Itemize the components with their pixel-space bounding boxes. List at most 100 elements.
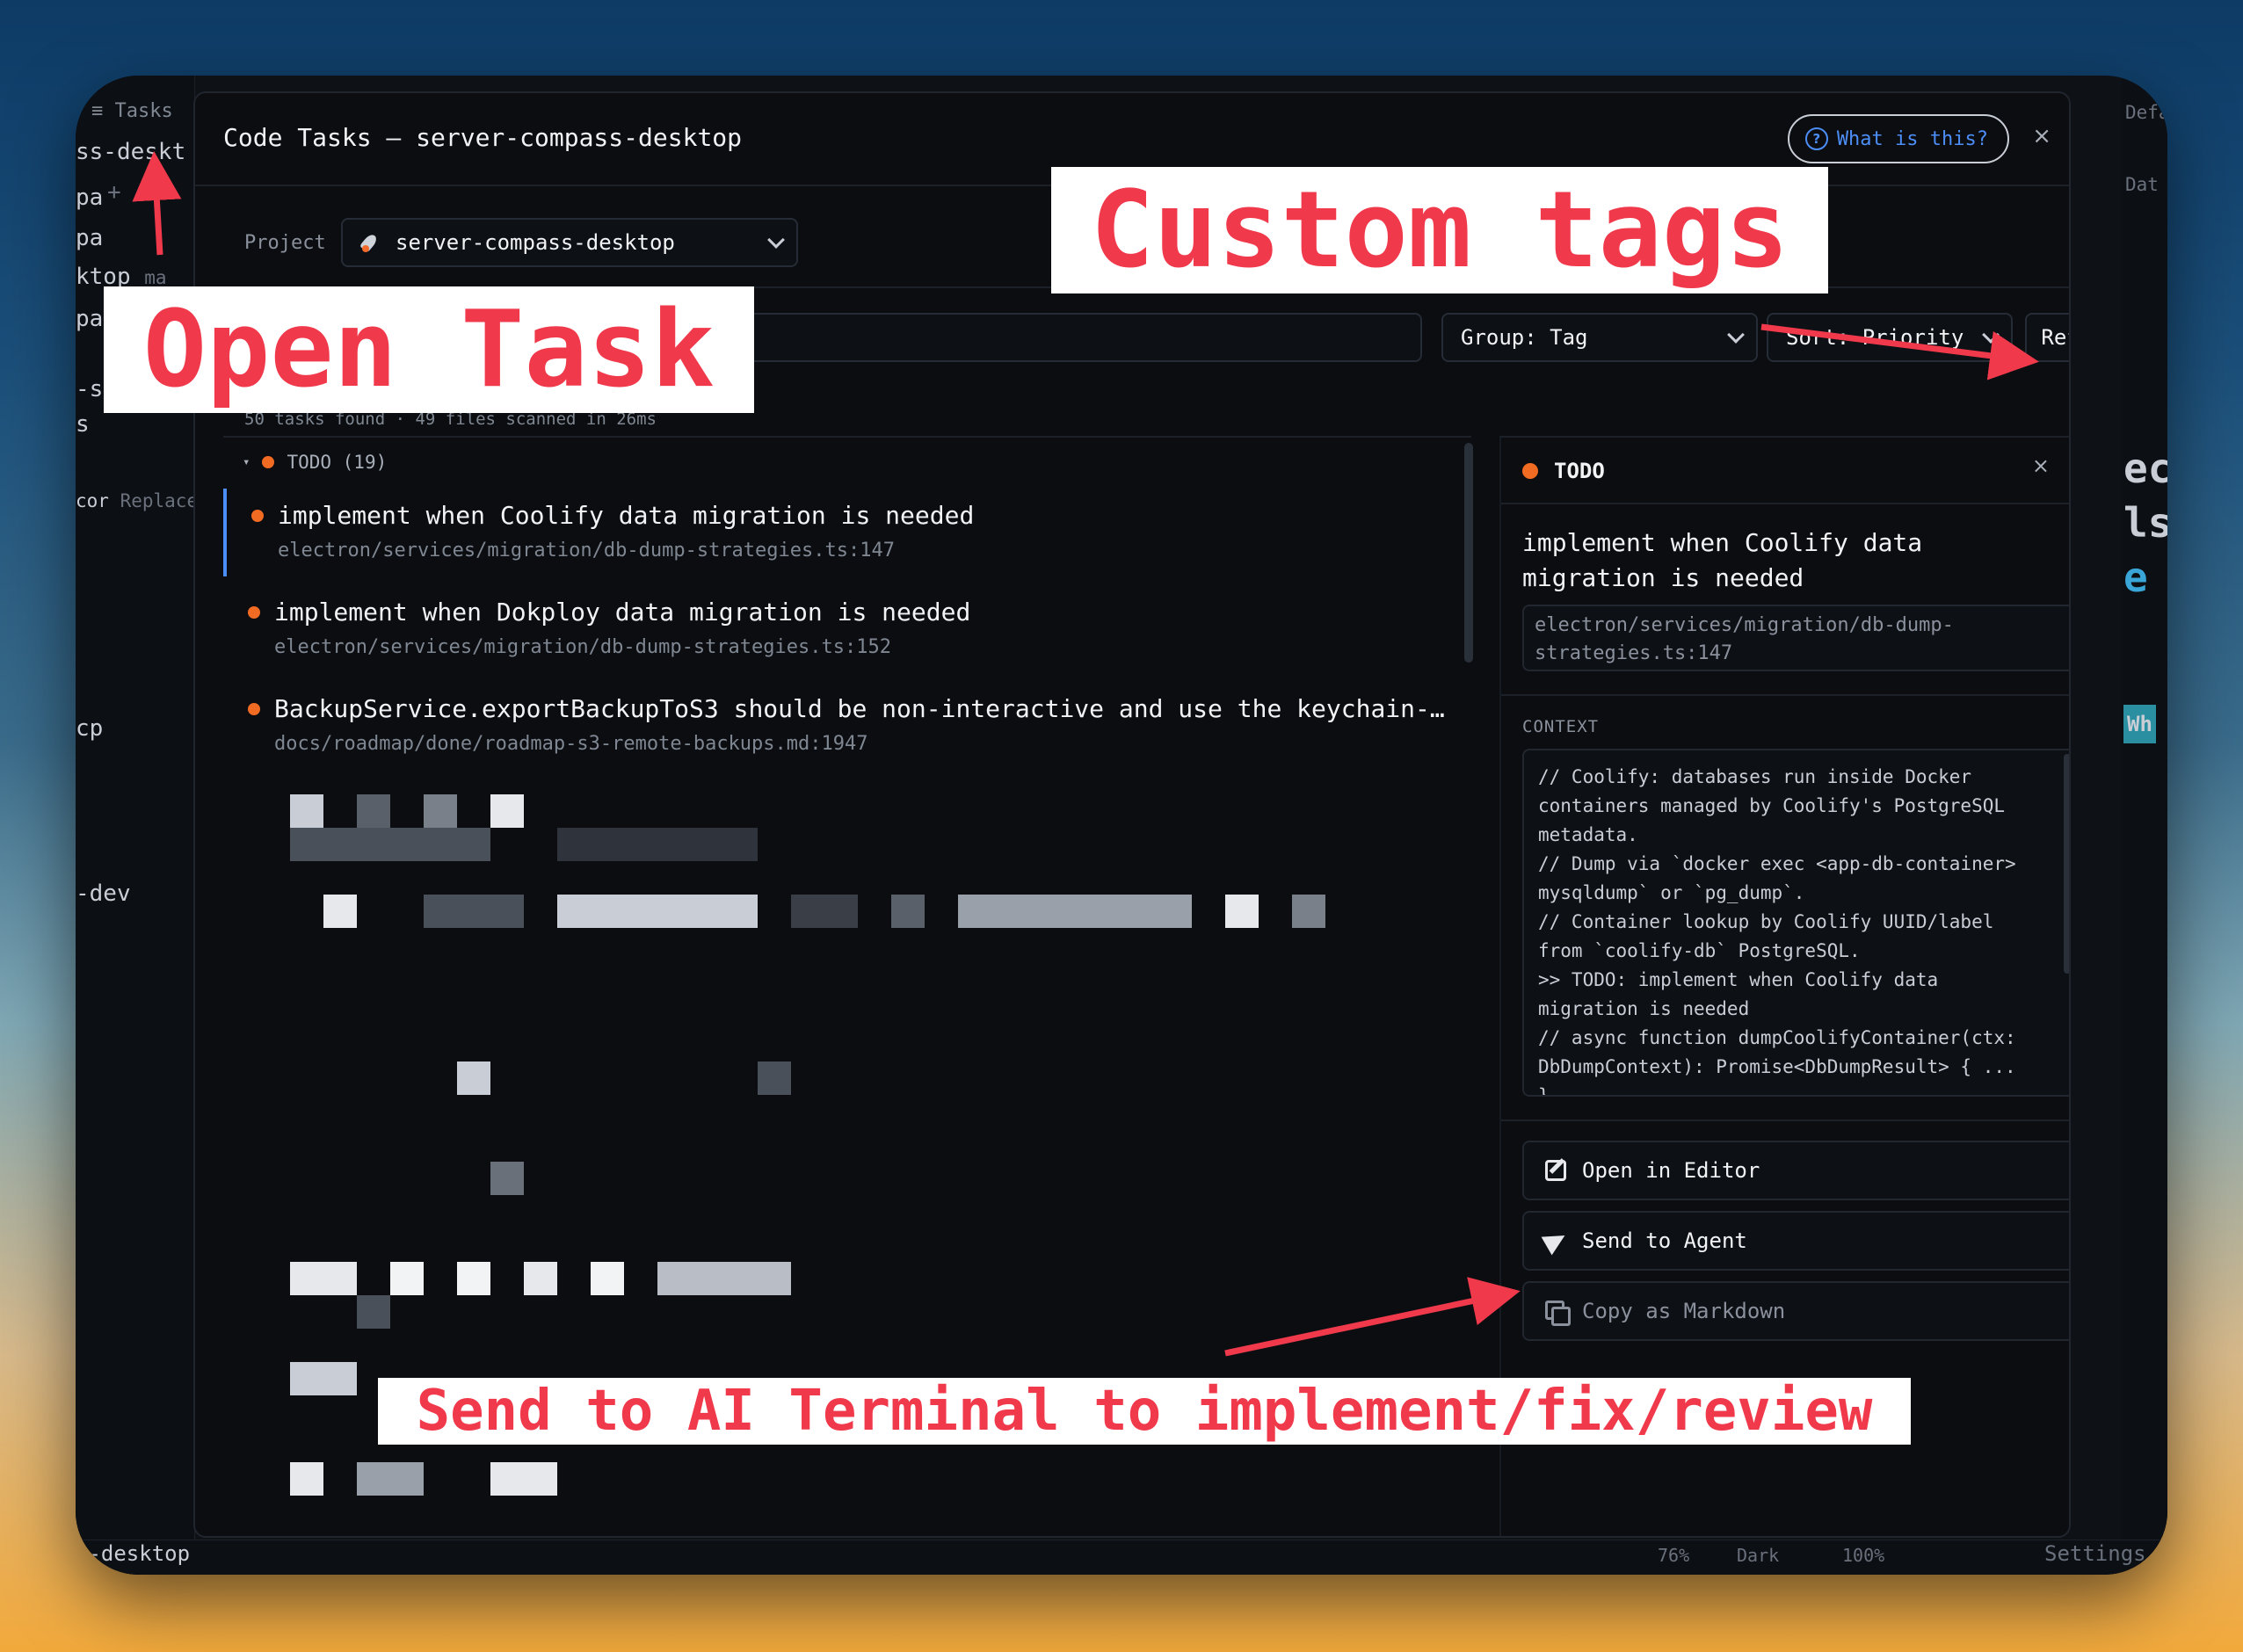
pixel-block (357, 794, 390, 828)
code-line: containers managed by Coolify's PostgreS… (1538, 795, 2006, 816)
caret-down-icon: ▾ (243, 455, 250, 469)
background-right-panel: Defa Dat ec ls e ( Wh (2122, 76, 2167, 1575)
pixel-block (490, 1462, 557, 1496)
task-item[interactable]: BackupService.exportBackupToS3 should be… (223, 682, 1454, 770)
todo-dot-icon (251, 510, 264, 522)
code-line: // Dump via `docker exec <app-db-contain… (1538, 853, 2016, 874)
bg-right-text: ls (2123, 499, 2167, 547)
list-scrollbar[interactable] (1464, 443, 1473, 663)
pixel-block (357, 1295, 390, 1329)
pixel-block (1292, 895, 1325, 928)
bg-status-settings[interactable]: Settings (2044, 1541, 2146, 1566)
detail-title: implement when Coolify data migration is… (1522, 528, 1923, 592)
bg-sidebar-item[interactable]: s (76, 411, 90, 438)
divider (1501, 1119, 2069, 1121)
pixel-block (524, 1262, 557, 1295)
rocket-icon (360, 232, 381, 253)
pixel-block (424, 895, 524, 928)
group-header-todo[interactable]: ▾ TODO (19) (243, 452, 387, 473)
task-path: electron/services/migration/db-dump-stra… (274, 636, 891, 658)
modal-close-button[interactable]: × (2032, 123, 2051, 149)
pixel-block (323, 895, 357, 928)
pixel-block (557, 828, 758, 861)
group-select-value: Group: Tag (1461, 325, 1588, 350)
project-select[interactable]: server-compass-desktop (341, 218, 798, 267)
code-line: mysqldump` or `pg_dump`. (1538, 882, 1805, 903)
send-to-agent-button[interactable]: Send to Agent (1522, 1211, 2069, 1271)
pixel-block (424, 794, 457, 828)
code-line: // Coolify: databases run inside Docker (1538, 766, 1972, 787)
sort-select-value: Sort: Priority (1786, 325, 1964, 350)
bg-status-theme: Dark (1737, 1545, 1780, 1566)
project-label: Project (244, 232, 326, 254)
callout-send-ai: Send to AI Terminal to implement/fix/rev… (378, 1378, 1911, 1445)
copy-as-markdown-button[interactable]: Copy as Markdown (1522, 1281, 2069, 1341)
pixel-block (657, 1262, 791, 1295)
detail-file-path[interactable]: electron/services/migration/db-dump-stra… (1522, 605, 2069, 671)
bg-right-text: Dat (2125, 174, 2159, 195)
bg-status-zoom: 76% (1658, 1545, 1690, 1566)
pixel-block (390, 1262, 424, 1295)
task-title: implement when Dokploy data migration is… (274, 598, 971, 627)
what-is-this-label: What is this? (1836, 127, 1988, 150)
task-list: ▾ TODO (19) implement when Coolify data … (223, 436, 1473, 1536)
task-title: implement when Coolify data migration is… (278, 501, 975, 530)
pixel-block (557, 895, 758, 928)
edit-icon (1545, 1160, 1566, 1181)
modal-title: Code Tasks — server-compass-desktop (223, 123, 743, 152)
project-select-value: server-compass-desktop (396, 230, 675, 255)
code-line: >> TODO: implement when Coolify data (1538, 969, 1939, 990)
bg-sidebar-item[interactable]: cp (76, 715, 103, 742)
bg-sidebar-item[interactable]: -dev (76, 880, 131, 907)
code-line: metadata. (1538, 824, 1638, 845)
pixel-block (591, 1262, 624, 1295)
pixel-block (357, 1462, 424, 1496)
send-icon (1541, 1226, 1571, 1256)
refresh-button[interactable]: Refresh (2025, 313, 2069, 362)
pixel-block (958, 895, 1192, 928)
divider (1501, 694, 2069, 696)
detail-status: TODO (1522, 459, 1605, 483)
context-code-block[interactable]: // Coolify: databases run inside Docker … (1522, 749, 2069, 1097)
todo-dot-icon (248, 606, 260, 619)
code-line: DbDumpContext): Promise<DbDumpResult> { … (1538, 1056, 2016, 1077)
code-line: from `coolify-db` PostgreSQL. (1538, 940, 1861, 961)
bg-add-icon[interactable]: + (107, 179, 121, 206)
task-path: docs/roadmap/done/roadmap-s3-remote-back… (274, 733, 868, 755)
detail-status-label: TODO (1554, 459, 1605, 483)
open-in-editor-label: Open in Editor (1582, 1158, 1760, 1183)
task-title: BackupService.exportBackupToS3 should be… (274, 694, 1445, 723)
sort-select[interactable]: Sort: Priority (1767, 313, 2013, 362)
bg-sidebar-project[interactable]: ss-deskt (76, 139, 185, 165)
pixel-block (1225, 895, 1259, 928)
task-item[interactable]: implement when Dokploy data migration is… (223, 585, 1454, 673)
detail-close-button[interactable]: × (2032, 453, 2050, 478)
help-icon: ? (1804, 127, 1828, 150)
copy-icon (1545, 1301, 1571, 1326)
open-in-editor-button[interactable]: Open in Editor (1522, 1141, 2069, 1200)
chevron-down-icon (767, 231, 785, 249)
menu-icon: ≡ (91, 100, 104, 122)
chevron-down-icon (1982, 326, 2000, 344)
pixel-block (290, 1362, 357, 1395)
code-line: migration is needed (1538, 998, 1750, 1019)
bg-right-text: Defa (2125, 102, 2167, 123)
group-header-label: TODO (19) (287, 452, 388, 473)
bg-sidebar-tasks[interactable]: ≡ Tasks (91, 100, 173, 122)
chevron-down-icon (1727, 326, 1745, 344)
pixel-block (490, 794, 524, 828)
code-scrollbar[interactable] (2064, 754, 2069, 974)
group-select[interactable]: Group: Tag (1441, 313, 1758, 362)
bg-sidebar-item[interactable]: pa (76, 185, 103, 211)
pixel-block (457, 1061, 490, 1095)
what-is-this-button[interactable]: ? What is this? (1787, 114, 2009, 163)
task-item[interactable]: implement when Coolify data migration is… (223, 489, 1454, 576)
bg-sidebar-item[interactable]: cor Replace (76, 490, 198, 511)
background-statusbar: s-desktop 76% Dark 100% Settings (76, 1540, 2167, 1575)
pixel-block (290, 794, 323, 828)
bg-sidebar-item[interactable]: pa (76, 225, 103, 251)
task-path: electron/services/migration/db-dump-stra… (278, 540, 895, 562)
bg-status-scale: 100% (1842, 1545, 1885, 1566)
pixel-block (758, 1061, 791, 1095)
code-line: } (1538, 1085, 1550, 1097)
